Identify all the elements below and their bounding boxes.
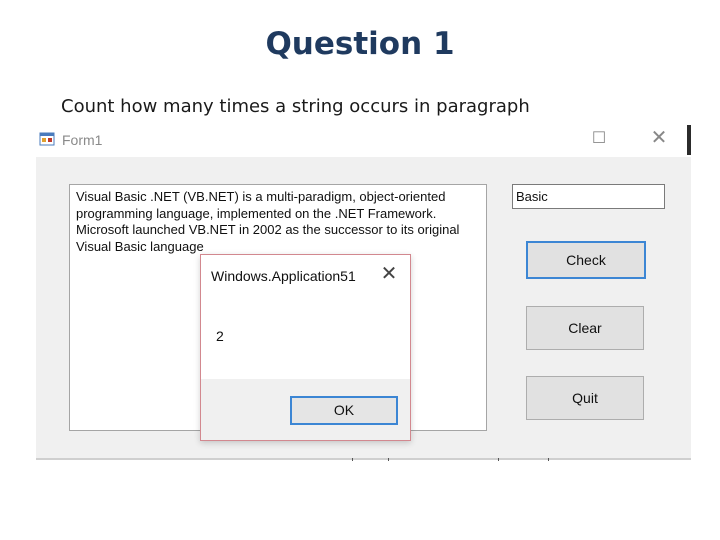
slide-title: Question 1 xyxy=(265,26,455,62)
message-box: Windows.Application51 ✕ 2 OK xyxy=(200,254,411,441)
check-button[interactable]: Check xyxy=(526,241,646,279)
slide-subtitle: Count how many times a string occurs in … xyxy=(61,96,530,117)
ok-button[interactable]: OK xyxy=(290,396,398,425)
form-titlebar[interactable]: Form1 ☐ ✕ xyxy=(36,125,691,157)
maximize-icon[interactable]: ☐ xyxy=(584,128,614,148)
close-icon[interactable]: ✕ xyxy=(377,262,401,286)
app-icon xyxy=(39,132,55,146)
quit-button[interactable]: Quit xyxy=(526,376,644,420)
close-icon[interactable]: ✕ xyxy=(644,125,674,150)
taskbar-fragment xyxy=(352,458,550,461)
window-edge xyxy=(687,125,691,155)
form-title: Form1 xyxy=(62,132,103,148)
search-input[interactable] xyxy=(512,184,665,209)
clear-button[interactable]: Clear xyxy=(526,306,644,350)
message-box-text: 2 xyxy=(216,328,224,344)
message-box-title: Windows.Application51 xyxy=(211,268,356,284)
